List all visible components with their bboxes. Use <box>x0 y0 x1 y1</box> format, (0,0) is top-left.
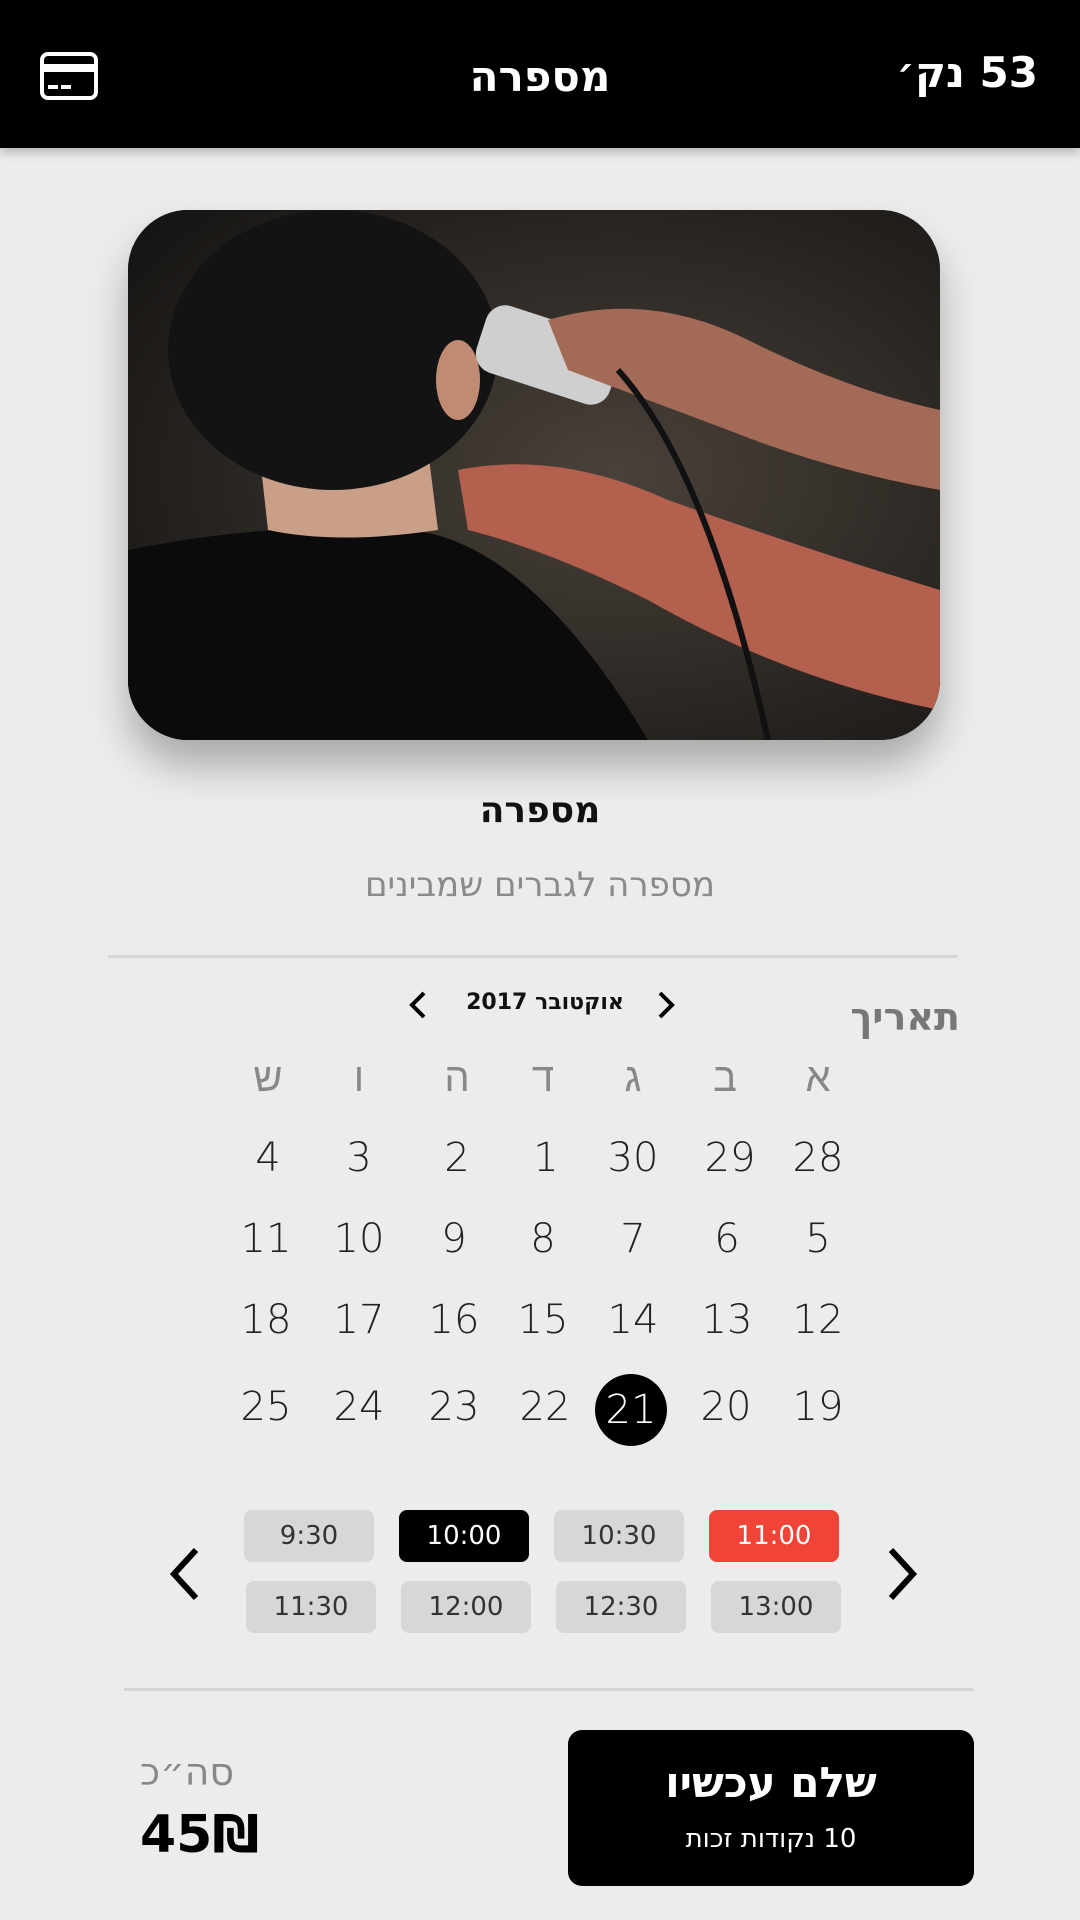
calendar-day[interactable]: 12 <box>778 1297 858 1343</box>
weekday-label: ש <box>253 1055 283 1101</box>
date-section-label: תאריך <box>850 995 960 1039</box>
time-slot[interactable]: 10:30 <box>554 1510 684 1562</box>
chevron-left-icon[interactable] <box>398 985 438 1025</box>
calendar-day[interactable]: 22 <box>505 1384 585 1430</box>
calendar-day[interactable]: 13 <box>687 1297 767 1343</box>
calendar-day[interactable]: 2 <box>417 1135 497 1181</box>
total-price: 45₪ <box>140 1805 260 1865</box>
pay-now-label: שלם עכשיו <box>665 1758 877 1807</box>
calendar-day[interactable]: 9 <box>414 1216 494 1262</box>
points-balance: 53 נק׳ <box>896 48 1038 97</box>
weekday-label: ה <box>444 1055 470 1101</box>
time-slot[interactable]: 12:30 <box>556 1581 686 1633</box>
chevron-right-icon[interactable] <box>875 1544 925 1604</box>
calendar-day[interactable]: 28 <box>778 1135 858 1181</box>
calendar-day[interactable]: 18 <box>226 1297 306 1343</box>
calendar-day[interactable]: 23 <box>414 1384 494 1430</box>
calendar-day[interactable]: 29 <box>690 1135 770 1181</box>
calendar-day[interactable]: 20 <box>686 1384 766 1430</box>
top-bar: מספרה 53 נק׳ <box>0 0 1080 148</box>
pay-now-button[interactable]: שלם עכשיו 10 נקודות זכות <box>568 1730 974 1886</box>
weekday-label: ד <box>531 1055 555 1101</box>
time-slot[interactable]: 11:30 <box>246 1581 376 1633</box>
calendar-day[interactable]: 15 <box>503 1297 583 1343</box>
calendar-day[interactable]: 24 <box>319 1384 399 1430</box>
weekday-label: א <box>805 1055 831 1101</box>
time-slot-selected[interactable]: 10:00 <box>399 1510 529 1562</box>
calendar-day[interactable]: 19 <box>778 1384 858 1430</box>
calendar-day[interactable]: 25 <box>226 1384 306 1430</box>
calendar-day[interactable]: 7 <box>593 1216 673 1262</box>
calendar-day[interactable]: 10 <box>319 1216 399 1262</box>
time-slot[interactable]: 11:00 <box>709 1510 839 1562</box>
divider <box>124 1688 974 1691</box>
shop-hero-image <box>128 210 940 740</box>
calendar-day[interactable]: 1 <box>506 1135 586 1181</box>
weekday-label: ג <box>624 1055 642 1101</box>
time-slot[interactable]: 13:00 <box>711 1581 841 1633</box>
chevron-right-icon[interactable] <box>646 985 686 1025</box>
calendar-day[interactable]: 6 <box>687 1216 767 1262</box>
weekday-label: ו <box>353 1055 365 1101</box>
calendar-day[interactable]: 3 <box>319 1135 399 1181</box>
chevron-left-icon[interactable] <box>162 1544 212 1604</box>
credit-points-label: 10 נקודות זכות <box>685 1824 857 1854</box>
time-slot[interactable]: 12:00 <box>401 1581 531 1633</box>
shop-name: מספרה <box>479 790 601 831</box>
calendar-day[interactable]: 4 <box>228 1135 308 1181</box>
calendar-day[interactable]: 16 <box>414 1297 494 1343</box>
calendar-day[interactable]: 5 <box>778 1216 858 1262</box>
calendar-day-selected[interactable]: 21 <box>595 1374 667 1446</box>
total-label: סה״כ <box>140 1750 235 1794</box>
calendar-day[interactable]: 30 <box>593 1135 673 1181</box>
shop-description: מספרה לגברים שמבינים <box>365 865 715 905</box>
calendar-day[interactable]: 17 <box>319 1297 399 1343</box>
calendar-day[interactable]: 14 <box>593 1297 673 1343</box>
divider <box>108 955 958 958</box>
calendar-day[interactable]: 8 <box>503 1216 583 1262</box>
calendar-day[interactable]: 11 <box>226 1216 306 1262</box>
weekday-label: ב <box>713 1055 737 1101</box>
time-slot[interactable]: 9:30 <box>244 1510 374 1562</box>
calendar-month-label: אוקטובר 2017 <box>466 990 624 1015</box>
